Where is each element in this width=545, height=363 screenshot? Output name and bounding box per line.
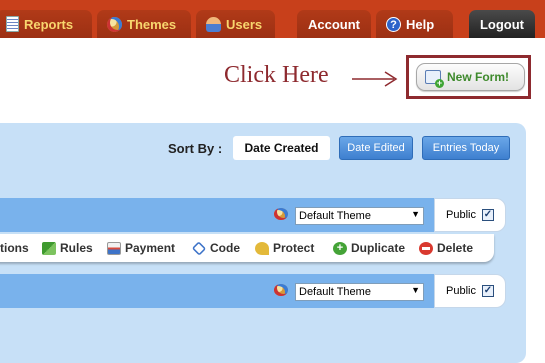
tab-reports[interactable]: Reports [0, 10, 92, 38]
click-here-callout: Click Here [224, 62, 329, 88]
users-icon [206, 16, 221, 32]
tab-help-label: Help [406, 16, 435, 32]
tab-account[interactable]: Account [297, 10, 371, 38]
action-notifications-label: tions [0, 241, 29, 255]
action-code-label: Code [210, 241, 240, 255]
action-delete[interactable]: Delete [419, 241, 473, 255]
sort-date-created[interactable]: Date Created [233, 136, 330, 160]
action-duplicate-label: Duplicate [351, 241, 406, 255]
help-icon: ? [386, 16, 401, 32]
public-label: Public [446, 209, 476, 221]
payment-icon [107, 241, 121, 255]
logout-label: Logout [479, 16, 525, 32]
tab-themes[interactable]: Themes [97, 10, 191, 38]
rules-icon [42, 241, 56, 255]
new-form-button[interactable]: New Form! [416, 63, 525, 91]
action-delete-label: Delete [437, 241, 474, 255]
tab-account-label: Account [308, 16, 360, 32]
action-duplicate[interactable]: + Duplicate [333, 241, 405, 255]
theme-select[interactable]: Default Theme ▼ [295, 207, 424, 225]
theme-select[interactable]: Default Theme ▼ [295, 283, 424, 301]
protect-icon [255, 241, 269, 255]
action-payment[interactable]: Payment [107, 241, 175, 255]
action-payment-label: Payment [125, 241, 176, 255]
code-icon [191, 240, 207, 256]
tab-users-label: Users [226, 16, 263, 32]
logout-button[interactable]: Logout [469, 10, 535, 38]
new-form-icon [425, 70, 444, 88]
chevron-down-icon: ▼ [411, 285, 420, 295]
action-rules-label: Rules [60, 241, 93, 255]
tab-themes-label: Themes [127, 16, 177, 32]
sort-date-edited[interactable]: Date Edited [339, 136, 413, 160]
sort-by-label: Sort By : [168, 141, 223, 156]
theme-palette-icon [274, 284, 288, 296]
public-checkbox[interactable]: ✓ [482, 285, 494, 297]
reports-icon [6, 16, 19, 32]
duplicate-icon: + [333, 241, 347, 255]
delete-icon [419, 241, 433, 255]
theme-palette-icon [274, 208, 288, 220]
sort-entries-today[interactable]: Entries Today [422, 136, 510, 160]
action-protect[interactable]: Protect [255, 241, 314, 255]
arrow-right-icon [352, 71, 398, 87]
theme-select-value: Default Theme [299, 286, 371, 298]
theme-select-value: Default Theme [299, 210, 371, 222]
tab-reports-label: Reports [24, 16, 74, 32]
themes-icon [107, 16, 122, 32]
tab-users[interactable]: Users [196, 10, 275, 38]
new-form-label: New Form! [447, 70, 510, 84]
chevron-down-icon: ▼ [411, 209, 420, 219]
public-checkbox[interactable]: ✓ [482, 209, 494, 221]
action-rules[interactable]: Rules [42, 241, 93, 255]
public-label: Public [446, 285, 476, 297]
action-code[interactable]: Code [191, 240, 240, 256]
action-protect-label: Protect [273, 241, 315, 255]
tab-help[interactable]: ? Help [376, 10, 453, 38]
action-notifications[interactable]: tions [0, 241, 29, 255]
